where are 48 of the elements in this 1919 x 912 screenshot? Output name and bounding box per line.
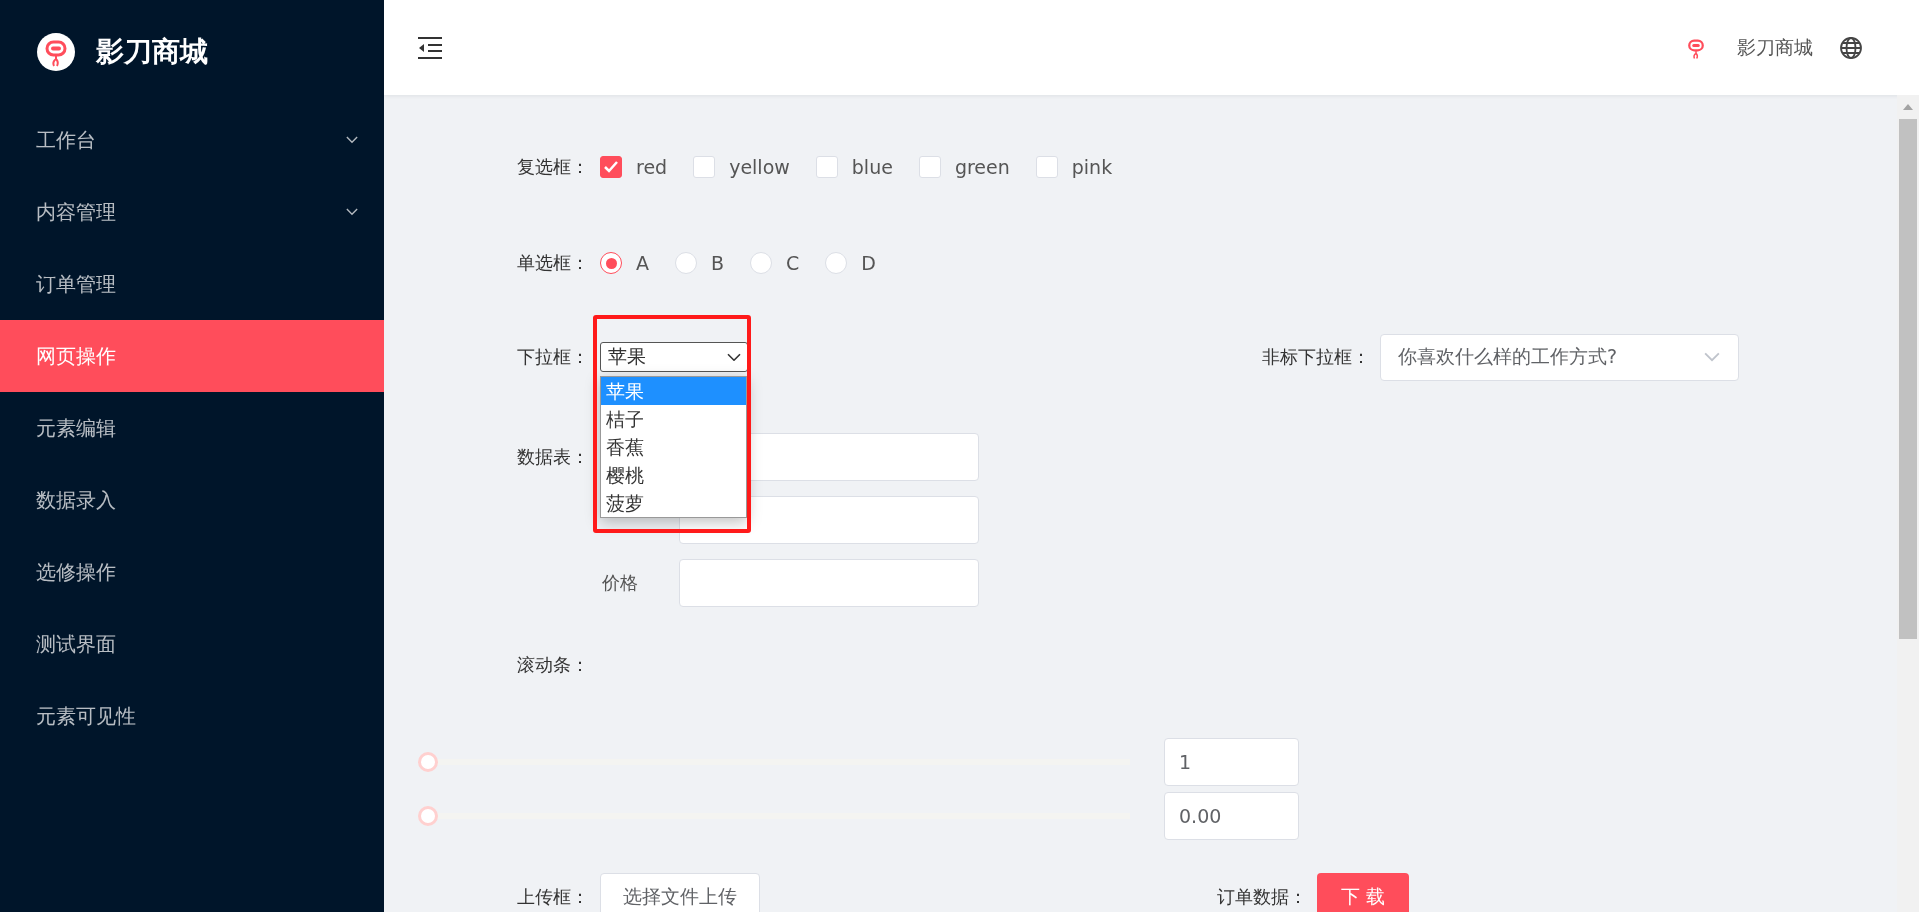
dropdown-option[interactable]: 菠萝: [601, 489, 746, 517]
sidebar-item[interactable]: 数据录入: [0, 464, 384, 536]
field-label: 滚动条：: [517, 653, 590, 677]
radio-button[interactable]: B: [675, 252, 725, 274]
logo-icon: [36, 32, 76, 72]
check-icon: [604, 161, 618, 173]
sidebar-item[interactable]: 工作台: [0, 104, 384, 176]
field-label: 单选框：: [517, 251, 590, 275]
sidebar-item[interactable]: 测试界面: [0, 608, 384, 680]
input-field[interactable]: [679, 559, 979, 607]
checkbox[interactable]: pink: [1035, 156, 1113, 178]
field-label: 非标下拉框：: [1262, 345, 1370, 369]
upload-button[interactable]: 选择文件上传: [600, 873, 760, 912]
chevron-down-icon: [1704, 352, 1720, 362]
radio-button[interactable]: A: [600, 252, 649, 274]
checkbox[interactable]: red: [600, 156, 668, 178]
chevron-down-icon: [346, 208, 358, 216]
sidebar-item[interactable]: 选修操作: [0, 536, 384, 608]
dropdown-option[interactable]: 樱桃: [601, 461, 746, 489]
sidebar-item[interactable]: 订单管理: [0, 248, 384, 320]
radio-button[interactable]: D: [825, 252, 876, 274]
checkbox[interactable]: blue: [815, 156, 893, 178]
scroll-up-icon[interactable]: [1902, 103, 1914, 111]
field-label: 下拉框：: [517, 345, 590, 369]
dropdown-option[interactable]: 香蕉: [601, 433, 746, 461]
dropdown-option[interactable]: 桔子: [601, 405, 746, 433]
field-label: 数据表：: [517, 445, 590, 469]
field-label: 价格: [601, 571, 639, 595]
checkbox[interactable]: yellow: [693, 156, 790, 178]
brand-name: 影刀商城: [1737, 34, 1813, 60]
chevron-down-icon: [346, 136, 358, 144]
field-label: 订单数据：: [1217, 885, 1307, 909]
select-field[interactable]: 苹果: [600, 342, 748, 372]
number-field[interactable]: 1: [1164, 738, 1299, 786]
chevron-down-icon: [727, 352, 741, 362]
sidebar-item[interactable]: 元素编辑: [0, 392, 384, 464]
radio-button[interactable]: C: [750, 252, 800, 274]
brand-title: 影刀商城: [96, 34, 208, 70]
scrollbar[interactable]: [1897, 95, 1919, 912]
number-field[interactable]: 0.00: [1164, 792, 1299, 840]
sidebar-item[interactable]: 内容管理: [0, 176, 384, 248]
field-label: 复选框：: [517, 155, 590, 179]
checkbox[interactable]: green: [918, 156, 1010, 178]
menu-fold-icon[interactable]: [416, 35, 444, 60]
field-label: 上传框：: [517, 885, 590, 909]
sidebar-item[interactable]: 元素可见性: [0, 680, 384, 752]
select-field[interactable]: 你喜欢什么样的工作方式?: [1380, 333, 1739, 381]
globe-icon[interactable]: [1839, 35, 1863, 60]
